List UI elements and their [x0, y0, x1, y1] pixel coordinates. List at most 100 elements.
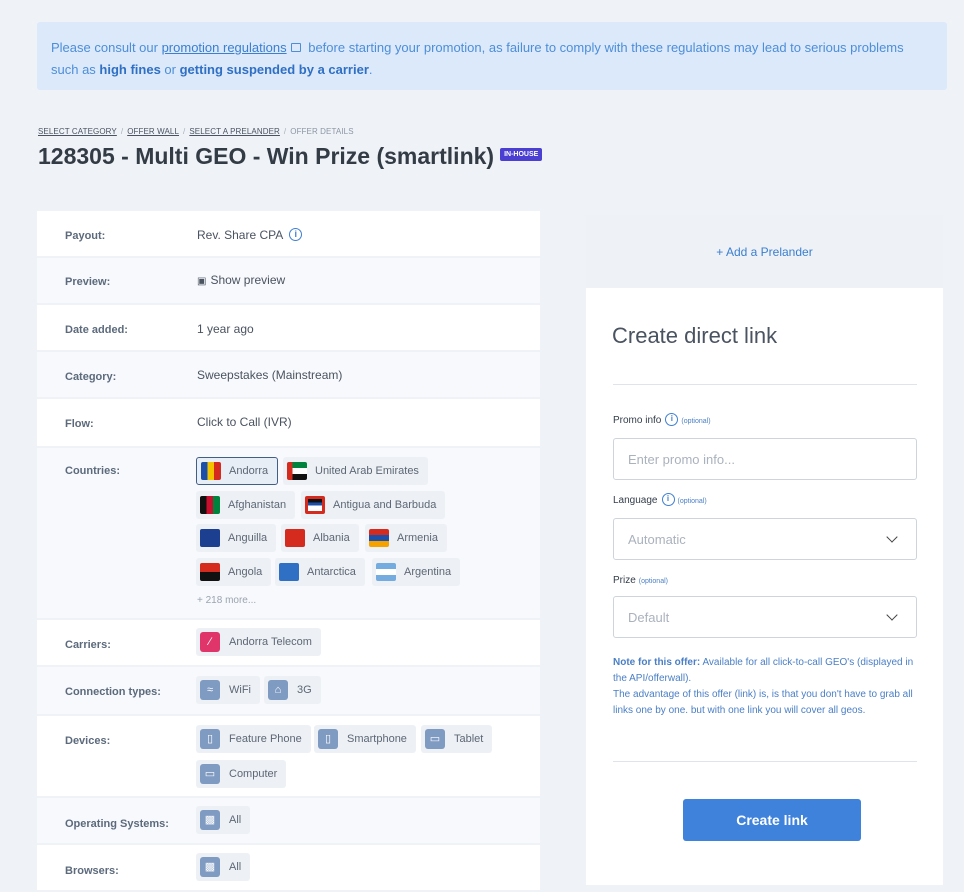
- optional-tag: (optional): [681, 418, 711, 426]
- flow-value: Click to Call (IVR): [197, 415, 292, 429]
- device-chip[interactable]: ▯ Smartphone: [314, 725, 416, 753]
- carrier-chip[interactable]: ∕ Andorra Telecom: [196, 628, 321, 656]
- connection-label: Connection types:: [65, 686, 161, 698]
- antarctica-flag-icon: [279, 563, 299, 581]
- language-label: Language i (optional): [613, 493, 707, 507]
- external-link-icon: [290, 43, 301, 52]
- payout-label: Payout:: [65, 230, 106, 242]
- country-chip[interactable]: United Arab Emirates: [283, 457, 428, 485]
- device-chip[interactable]: ▭ Tablet: [421, 725, 493, 753]
- show-preview-text: Show preview: [210, 273, 286, 287]
- albania-flag-icon: [285, 529, 305, 547]
- connection-chip[interactable]: ≈ WiFi: [196, 676, 260, 704]
- carriers-label: Carriers:: [65, 639, 111, 651]
- country-chip[interactable]: Andorra: [196, 457, 279, 485]
- payout-value: Rev. Share CPA i: [197, 228, 303, 242]
- country-name: Antigua and Barbuda: [333, 499, 437, 511]
- category-label: Category:: [65, 371, 117, 383]
- category-value: Sweepstakes (Mainstream): [197, 368, 343, 382]
- device-name: Smartphone: [347, 733, 407, 745]
- country-chip[interactable]: Albania: [281, 524, 359, 552]
- info-icon[interactable]: i: [665, 413, 679, 426]
- argentina-flag-icon: [376, 563, 396, 581]
- info-icon[interactable]: i: [661, 493, 675, 506]
- breadcrumb-offer-wall[interactable]: OFFER WALL: [127, 127, 179, 136]
- connection-chip[interactable]: ⌂ 3G: [264, 676, 321, 704]
- breadcrumb: SELECT CATEGORY / OFFER WALL / SELECT A PREL…: [38, 127, 354, 136]
- browser-chip[interactable]: ▩ All: [196, 853, 251, 881]
- os-name: All: [229, 814, 242, 826]
- browser-name: All: [229, 861, 242, 873]
- uae-flag-icon: [287, 462, 307, 480]
- notice-text: or: [160, 62, 180, 77]
- add-prelander-button[interactable]: + Add a Prelander: [586, 215, 943, 288]
- country-chip[interactable]: Anguilla: [196, 524, 277, 552]
- note-heading: Note for this offer:: [613, 657, 701, 668]
- payout-text: Rev. Share CPA: [197, 228, 284, 242]
- device-name: Tablet: [454, 733, 484, 745]
- country-chip[interactable]: Antigua and Barbuda: [301, 491, 446, 519]
- flow-label: Flow:: [65, 418, 94, 430]
- language-select[interactable]: Automatic: [613, 518, 917, 560]
- offer-note: Note for this offer: Available for all c…: [613, 655, 917, 719]
- breadcrumb-offer-details: OFFER DETAILS: [290, 127, 354, 136]
- promo-label-text: Promo info: [613, 415, 662, 427]
- country-name: Argentina: [404, 566, 452, 578]
- country-name: Andorra: [229, 465, 269, 477]
- armenia-flag-icon: [369, 529, 389, 547]
- notice-text: Please consult our: [51, 40, 162, 55]
- country-name: Antarctica: [307, 566, 356, 578]
- prize-label-text: Prize: [613, 575, 636, 586]
- show-preview-link[interactable]: ▣ Show preview: [197, 273, 285, 287]
- optional-tag: (optional): [677, 498, 707, 506]
- device-name: Computer: [229, 768, 278, 780]
- notice-text: .: [368, 62, 373, 77]
- country-chip[interactable]: Antarctica: [275, 558, 365, 586]
- prize-label: Prize (optional): [613, 575, 668, 586]
- device-chip[interactable]: ▭ Computer: [196, 760, 287, 788]
- device-chip[interactable]: ▯ Feature Phone: [196, 725, 311, 753]
- computer-icon: ▭: [200, 764, 220, 784]
- page-title-text: 128305 - Multi GEO - Win Prize (smartlin…: [38, 143, 495, 169]
- feature-phone-icon: ▯: [200, 729, 220, 749]
- afghanistan-flag-icon: [200, 496, 220, 514]
- high-fines-text: high fines: [99, 62, 161, 77]
- info-icon[interactable]: i: [289, 228, 303, 242]
- antenna-icon: ⌂: [268, 680, 288, 700]
- breadcrumb-select-prelander[interactable]: SELECT A PRELANDER: [189, 127, 280, 136]
- divider: [613, 761, 917, 762]
- os-chip[interactable]: ▩ All: [196, 806, 251, 834]
- create-direct-link-heading: Create direct link: [612, 323, 778, 348]
- date-value: 1 year ago: [197, 322, 254, 336]
- devices-row: Devices: ▯ Feature Phone ▯ Smartphone ▭ Tab…: [37, 716, 540, 796]
- countries-label: Countries:: [65, 465, 120, 477]
- divider: [613, 384, 917, 385]
- note-text-2: The advantage of this offer (link) is, i…: [613, 689, 913, 716]
- preview-label: Preview:: [65, 276, 111, 288]
- country-name: United Arab Emirates: [315, 465, 419, 477]
- country-name: Armenia: [397, 532, 438, 544]
- anguilla-flag-icon: [200, 529, 220, 547]
- os-icon: ▩: [200, 810, 220, 830]
- country-chip[interactable]: Armenia: [365, 524, 447, 552]
- country-chip[interactable]: Angola: [196, 558, 272, 586]
- optional-tag: (optional): [638, 578, 668, 585]
- country-name: Anguilla: [228, 532, 268, 544]
- carriers-row: Carriers: ∕ Andorra Telecom: [37, 620, 540, 665]
- promo-info-input[interactable]: Enter promo info...: [613, 438, 917, 480]
- angola-flag-icon: [200, 563, 220, 581]
- browsers-row: Browsers: ▩ All: [37, 845, 540, 890]
- camera-icon: ▣: [197, 276, 207, 287]
- country-chip[interactable]: Argentina: [372, 558, 461, 586]
- prize-select[interactable]: Default: [613, 596, 917, 638]
- preview-row: Preview: ▣ Show preview: [37, 258, 540, 303]
- os-label: Operating Systems:: [65, 818, 169, 830]
- browser-icon: ▩: [200, 857, 220, 877]
- breadcrumb-select-category[interactable]: SELECT CATEGORY: [38, 127, 117, 136]
- carrier-name: Andorra Telecom: [229, 636, 312, 648]
- more-countries-link[interactable]: + 218 more...: [197, 595, 256, 606]
- chevron-down-icon: [886, 531, 898, 543]
- country-chip[interactable]: Afghanistan: [196, 491, 296, 519]
- promotion-regulations-link[interactable]: promotion regulations: [162, 40, 287, 55]
- create-link-button[interactable]: Create link: [683, 799, 861, 841]
